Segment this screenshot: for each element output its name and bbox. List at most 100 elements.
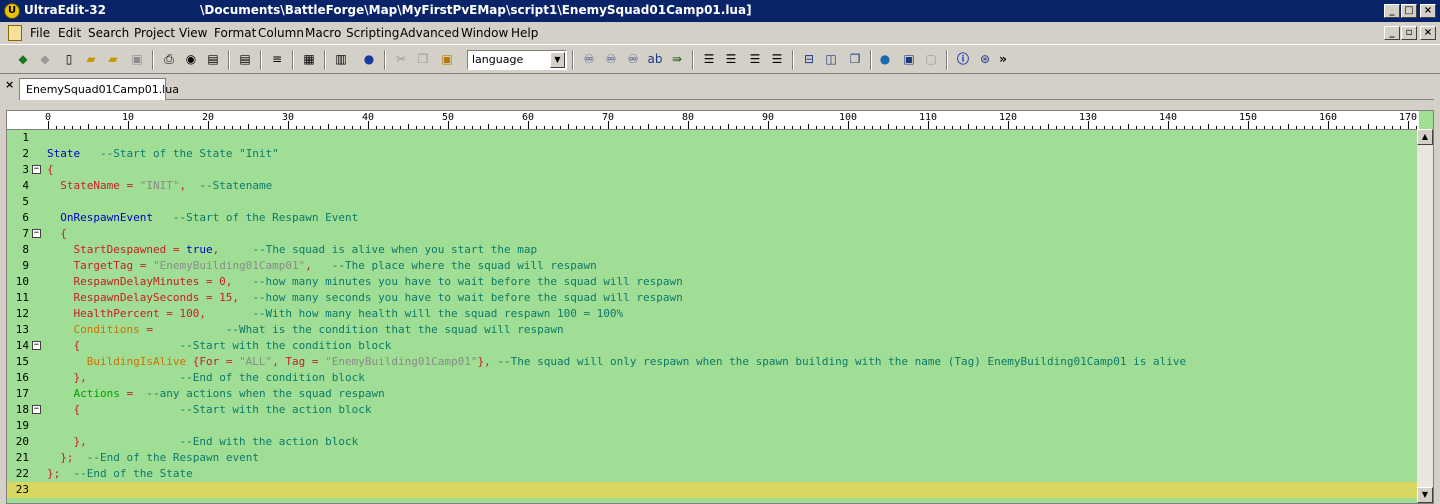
info-button[interactable]: ⓘ [954, 50, 972, 68]
code-token: RespawnDelayMinutes = 0, [47, 275, 253, 288]
justify-button[interactable]: ☰ [768, 50, 786, 68]
back-button[interactable]: ◆ [14, 50, 32, 68]
menu-help[interactable]: Help [511, 26, 538, 40]
code-line[interactable]: 8 StartDespawned = true, --The squad is … [7, 242, 1419, 258]
ftp-button[interactable]: ● [360, 50, 378, 68]
app-icon[interactable]: U [4, 3, 20, 19]
code-line[interactable]: 17 Actions = --any actions when the squa… [7, 386, 1419, 402]
find-button[interactable]: ♾ [580, 50, 598, 68]
spell-check-button[interactable]: ▢ [922, 50, 940, 68]
print-preview-icon: ◉ [185, 52, 197, 66]
menu-window[interactable]: Window [461, 26, 508, 40]
paste-button[interactable]: ▣ [438, 50, 456, 68]
binoculars-next-icon: ♾ [605, 52, 617, 66]
save-button[interactable]: ▣ [128, 50, 146, 68]
menu-scripting[interactable]: Scripting [346, 26, 399, 40]
code-line[interactable]: 23 [7, 482, 1419, 498]
menu-project[interactable]: Project [134, 26, 175, 40]
menu-macro[interactable]: Macro [305, 26, 341, 40]
align-right-button[interactable]: ☰ [746, 50, 764, 68]
code-line[interactable]: 6 OnRespawnEvent --Start of the Respawn … [7, 210, 1419, 226]
split-horizontal-button[interactable]: ⊟ [800, 50, 818, 68]
chevron-down-icon[interactable]: ▼ [550, 52, 565, 68]
doc-minimize-button[interactable]: _ [1384, 26, 1400, 40]
tab-enemysquad01camp01[interactable]: EnemySquad01Camp01.lua [19, 78, 179, 100]
language-select[interactable]: language ▼ [467, 50, 567, 70]
code-line[interactable]: 12 HealthPercent = 100, --With how many … [7, 306, 1419, 322]
menu-file[interactable]: File [30, 26, 50, 40]
fold-toggle-icon[interactable]: − [32, 405, 41, 414]
new-file-button[interactable]: ▯ [60, 50, 78, 68]
menu-view[interactable]: View [179, 26, 207, 40]
open-file-button[interactable]: ▰ [82, 50, 100, 68]
fold-toggle-icon[interactable]: − [32, 229, 41, 238]
goto-button[interactable]: ⇛ [668, 50, 686, 68]
cut-button[interactable]: ✂ [392, 50, 410, 68]
code-line[interactable]: 21 }; --End of the Respawn event [7, 450, 1419, 466]
hex-edit-button[interactable]: ▦ [300, 50, 318, 68]
scroll-up-icon[interactable]: ▲ [1417, 129, 1433, 145]
save-icon: ▣ [131, 52, 143, 66]
ruler-tick [1200, 126, 1201, 129]
column-mode-button[interactable]: ▥ [332, 50, 350, 68]
close-file-button[interactable]: ▰ [104, 50, 122, 68]
doc-close-button[interactable]: × [1420, 26, 1436, 40]
document-icon[interactable] [8, 25, 22, 41]
line-number: 3 [22, 163, 29, 176]
code-line[interactable]: 18− { --Start with the action block [7, 402, 1419, 418]
code-line[interactable]: 13 Conditions = --What is the condition … [7, 322, 1419, 338]
copy-button[interactable]: ❐ [414, 50, 432, 68]
code-line[interactable]: 19 [7, 418, 1419, 434]
ruler-tick [584, 126, 585, 129]
find-prev-button[interactable]: ♾ [624, 50, 642, 68]
print-setup-button[interactable]: ▤ [204, 50, 222, 68]
code-line[interactable]: 4 StateName = "INIT", --Statename [7, 178, 1419, 194]
menu-advanced[interactable]: Advanced [400, 26, 459, 40]
code-line[interactable]: 15 BuildingIsAlive {For = "ALL", Tag = "… [7, 354, 1419, 370]
document-properties-button[interactable]: ▤ [236, 50, 254, 68]
code-line[interactable]: 11 RespawnDelaySeconds = 15, --how many … [7, 290, 1419, 306]
forward-button[interactable]: ◆ [36, 50, 54, 68]
align-center-button[interactable]: ☰ [722, 50, 740, 68]
code-line[interactable]: 22}; --End of the State [7, 466, 1419, 482]
code-line[interactable]: 3−{ [7, 162, 1419, 178]
menu-format[interactable]: Format [214, 26, 256, 40]
editor-pane[interactable]: 0 10 20 30 40 50 60 70 80 90 100 110 120 130 140 150 160… [6, 110, 1434, 504]
code-line[interactable]: 9 TargetTag = "EnemyBuilding01Camp01", -… [7, 258, 1419, 274]
fold-toggle-icon[interactable]: − [32, 341, 41, 350]
help-button[interactable]: ⊛ [976, 50, 994, 68]
word-wrap-button[interactable]: ≡ [268, 50, 286, 68]
find-next-button[interactable]: ♾ [602, 50, 620, 68]
web-browser-button[interactable]: ● [876, 50, 894, 68]
menu-edit[interactable]: Edit [58, 26, 81, 40]
toolbar-overflow-button[interactable]: » [997, 50, 1009, 68]
code-line[interactable]: 16 }, --End of the condition block [7, 370, 1419, 386]
code-line[interactable]: 5 [7, 194, 1419, 210]
cascade-button[interactable]: ❐ [846, 50, 864, 68]
minimize-button[interactable]: _ [1384, 4, 1400, 18]
code-line[interactable]: 1 [7, 130, 1419, 146]
close-button[interactable]: × [1420, 4, 1436, 18]
ruler-tick [1296, 126, 1297, 129]
code-line[interactable]: 14− { --Start with the condition block [7, 338, 1419, 354]
menu-search[interactable]: Search [88, 26, 129, 40]
print-preview-button[interactable]: ◉ [182, 50, 200, 68]
doc-restore-button[interactable]: ▫ [1401, 26, 1417, 40]
split-vertical-button[interactable]: ◫ [822, 50, 840, 68]
code-line[interactable]: 10 RespawnDelayMinutes = 0, --how many m… [7, 274, 1419, 290]
replace-button[interactable]: ab [646, 50, 664, 68]
view-browser-button[interactable]: ▣ [900, 50, 918, 68]
fold-toggle-icon[interactable]: − [32, 165, 41, 174]
vertical-scrollbar[interactable]: ▲ ▼ [1417, 129, 1433, 503]
code-line[interactable]: 7− { [7, 226, 1419, 242]
menu-column[interactable]: Column [258, 26, 304, 40]
align-left-button[interactable]: ☰ [700, 50, 718, 68]
code-line[interactable]: 2 State --Start of the State "Init" [7, 146, 1419, 162]
code-token: }, [47, 371, 180, 384]
close-tab-icon[interactable]: × [5, 78, 14, 91]
print-button[interactable]: ⎙ [160, 50, 178, 68]
code-line[interactable]: 20 }, --End with the action block [7, 434, 1419, 450]
maximize-button[interactable]: □ [1401, 4, 1417, 18]
ruler-label: 40 [361, 112, 375, 123]
scroll-down-icon[interactable]: ▼ [1417, 487, 1433, 503]
